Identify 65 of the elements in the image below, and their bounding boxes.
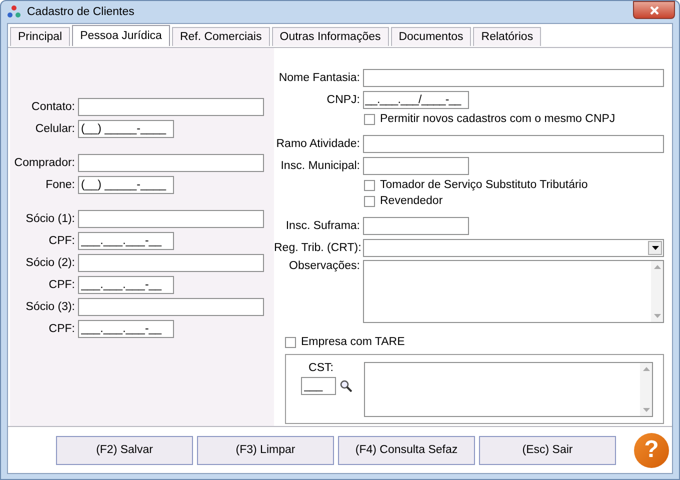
window-title: Cadastro de Clientes <box>27 6 136 18</box>
checkbox-label: Revendedor <box>380 195 443 207</box>
field-label: Insc. Suframa: <box>284 220 360 232</box>
app-icon <box>7 5 21 19</box>
field-label: CNPJ: <box>326 94 360 106</box>
scroll-down-icon[interactable] <box>642 408 650 412</box>
field-label: Ramo Atividade: <box>275 138 360 150</box>
text-field[interactable]: ___.___.___-__ <box>78 276 174 294</box>
action-button[interactable]: (Esc) Sair <box>479 436 616 464</box>
text-field[interactable] <box>363 217 469 235</box>
action-button[interactable]: (F3) Limpar <box>197 436 334 464</box>
text-field[interactable]: (__) _____-____ <box>78 176 174 194</box>
text-area[interactable] <box>363 260 664 323</box>
field-label: Observações: <box>288 260 360 272</box>
tab[interactable]: Principal <box>10 27 70 46</box>
text-field[interactable] <box>78 254 264 272</box>
search-icon[interactable] <box>340 380 352 392</box>
text-field[interactable] <box>78 98 264 116</box>
checkbox[interactable] <box>364 196 375 206</box>
dropdown[interactable] <box>363 239 664 257</box>
checkbox[interactable] <box>285 336 296 348</box>
scroll-up-icon[interactable] <box>642 367 650 371</box>
checkbox-label: Empresa com TARE <box>301 336 405 348</box>
text-field[interactable] <box>363 157 469 175</box>
field-label: Contato: <box>30 101 75 113</box>
scroll-up-icon[interactable] <box>654 265 660 269</box>
close-button[interactable] <box>633 1 675 19</box>
checkbox[interactable] <box>364 114 375 124</box>
field-label: Insc. Municipal: <box>280 160 360 172</box>
field-label: Comprador: <box>13 157 75 169</box>
tab[interactable]: Ref. Comerciais <box>172 27 270 46</box>
text-field[interactable]: __.___.___/____-__ <box>363 91 469 109</box>
text-field[interactable] <box>78 154 264 172</box>
action-button[interactable]: (F2) Salvar <box>56 436 193 464</box>
checkbox-label: Permitir novos cadastros com o mesmo CNPJ <box>380 113 616 125</box>
text-field[interactable]: ___.___.___-__ <box>78 320 174 338</box>
action-button[interactable]: (F4) Consulta Sefaz <box>338 436 475 464</box>
text-field[interactable] <box>78 298 264 316</box>
field-label: CST: <box>308 362 334 374</box>
scroll-down-icon[interactable] <box>654 314 660 318</box>
field-label: CPF: <box>48 279 75 291</box>
text-area[interactable] <box>364 362 653 417</box>
text-field[interactable]: ___ <box>300 377 336 395</box>
field-label: Celular: <box>34 123 75 135</box>
field-label: CPF: <box>48 323 75 335</box>
field-label: Sócio (3): <box>24 301 75 313</box>
checkbox[interactable] <box>364 180 375 190</box>
field-label: Sócio (2): <box>24 257 75 269</box>
field-label: Sócio (1): <box>24 213 75 225</box>
tab[interactable]: Pessoa Jurídica <box>72 25 170 46</box>
close-icon <box>650 6 658 14</box>
text-field[interactable]: ___.___.___-__ <box>78 232 174 250</box>
field-label: Fone: <box>44 179 75 191</box>
tab[interactable]: Documentos <box>390 27 472 46</box>
caret-icon <box>652 246 658 250</box>
field-label: Nome Fantasia: <box>278 72 360 84</box>
field-label: Reg. Trib. (CRT): <box>274 242 360 254</box>
tab[interactable]: Outras Informações <box>272 27 389 46</box>
text-field[interactable] <box>363 135 664 153</box>
text-field[interactable] <box>78 210 264 228</box>
tab[interactable]: Relatórios <box>473 27 542 46</box>
text-field[interactable]: (__) _____-____ <box>78 120 174 138</box>
field-label: CPF: <box>48 235 75 247</box>
text-field[interactable] <box>363 69 664 87</box>
checkbox-label: Tomador de Serviço Substituto Tributário <box>380 179 588 191</box>
